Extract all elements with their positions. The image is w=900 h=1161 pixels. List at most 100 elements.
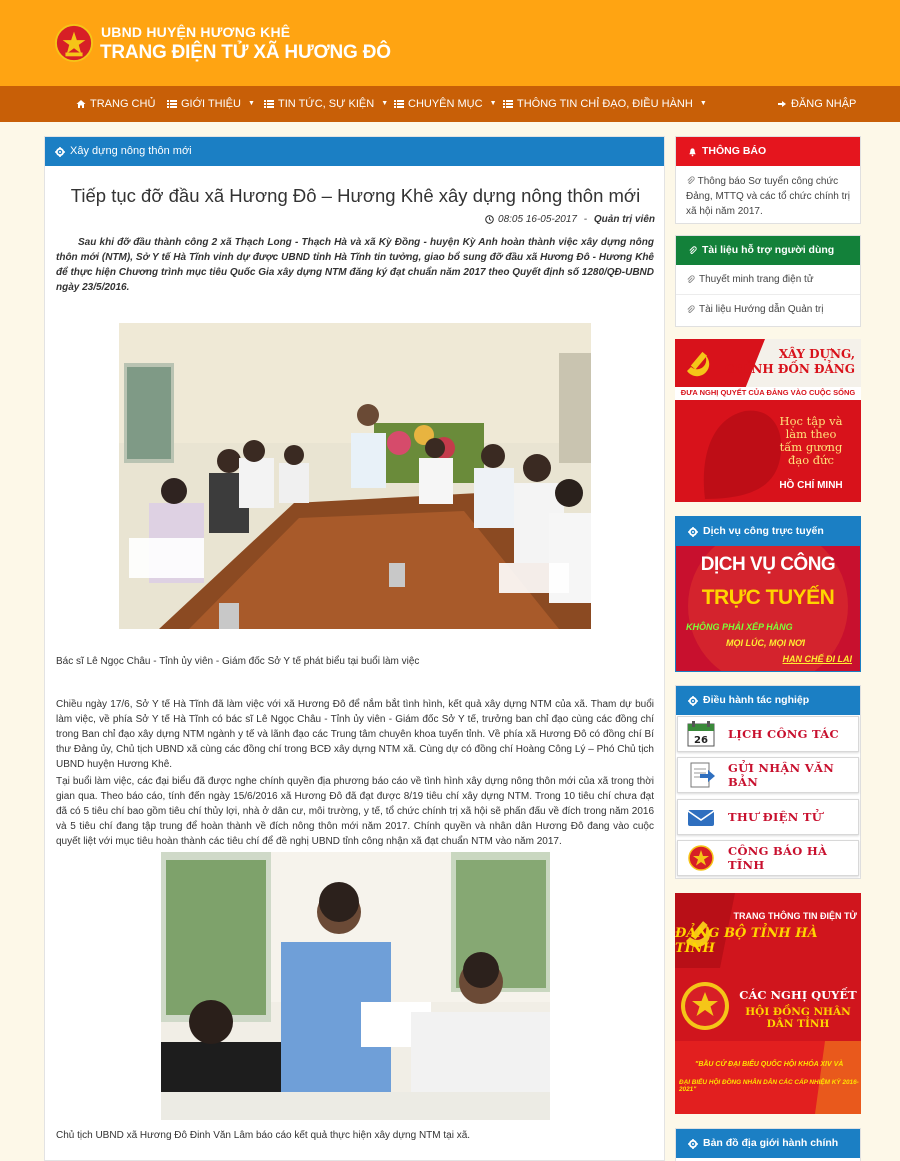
resolutions-banner-line2: HỘI ĐỒNG NHÂN DÂN TỈNH (745, 1006, 851, 1030)
bell-icon (689, 147, 696, 156)
docs-box: Tài liệu hỗ trợ người dùng Thuyết minh t… (675, 235, 861, 327)
site-header: UBND HUYỆN HƯƠNG KHÊ TRANG ĐIỆN TỬ XÃ HƯ… (0, 0, 900, 86)
send-receive-docs-button[interactable]: GỬI NHẬN VĂN BẢN (677, 757, 859, 793)
online-service-title: Dịch vụ công trực tuyến (703, 525, 824, 537)
party-slogan-line: đạo đức (787, 453, 834, 467)
site-title[interactable]: TRANG ĐIỆN TỬ XÃ HƯƠNG ĐÔ (100, 42, 391, 64)
send-receive-docs-label: GỬI NHẬN VĂN BẢN (728, 761, 835, 789)
docs-header: Tài liệu hỗ trợ người dùng (676, 236, 860, 265)
nav-home[interactable]: TRANG CHỦ (76, 86, 155, 122)
online-banner-line2: TRỰC TUYẾN (701, 586, 835, 609)
site-org-name: UBND HUYỆN HƯƠNG KHÊ (101, 24, 291, 40)
election-banner[interactable]: "BẦU CỬ ĐẠI BIỂU QUỐC HỘI KHÓA XIV VÀ ĐẠ… (675, 1041, 861, 1114)
election-banner-line2: ĐẠI BIỂU HỘI ĐỒNG NHÂN DÂN CÁC CẤP NHIỆM… (679, 1079, 859, 1093)
article-section-header[interactable]: Xây dựng nông thôn mới (45, 137, 664, 166)
nav-topics[interactable]: CHUYÊN MỤC ▼ (394, 86, 497, 122)
docs-item-label: Tài liệu Hướng dẫn Quản trị (699, 303, 824, 315)
list-icon (503, 100, 513, 108)
signin-icon (778, 101, 786, 107)
notice-header: THÔNG BÁO (676, 137, 860, 166)
work-schedule-label: LỊCH CÔNG TÁC (728, 727, 839, 741)
article-section-label: Xây dựng nông thôn mới (70, 145, 192, 157)
article-author: Quản trị viên (593, 214, 655, 225)
list-icon (264, 100, 274, 108)
docs-item-label: Thuyết minh trang điện tử (699, 274, 814, 285)
photo-caption-1: Bác sĩ Lê Ngọc Châu - Tỉnh ủy viên - Giá… (56, 656, 420, 667)
calendar-day: 26 (694, 735, 708, 746)
map-header: Bản đồ địa giới hành chính (676, 1129, 860, 1158)
resolutions-banner-line1: CÁC NGHỊ QUYẾT (739, 988, 857, 1002)
chevron-down-icon: ▼ (247, 100, 255, 107)
paperclip-icon (687, 275, 695, 283)
official-gazette-label: CÔNG BÁO HÀ TĨNH (728, 844, 828, 872)
mail-icon (687, 810, 715, 826)
portal-banner-line2: ĐẢNG BỘ TỈNH HÀ TĨNH (675, 926, 818, 956)
chevron-down-icon: ▼ (381, 100, 389, 107)
article-lead: Sau khi đỡ đầu thành công 2 xã Thạch Lon… (56, 237, 654, 293)
article-panel: Xây dựng nông thôn mới Tiếp tục đỡ đầu x… (44, 136, 665, 1161)
docs-item-admin[interactable]: Tài liệu Hướng dẫn Quản trị (676, 294, 860, 323)
online-banner-line4: MỌI LÚC, MỌI NƠI (726, 638, 806, 648)
party-banner-ribbon: ĐƯA NGHỊ QUYẾT CỦA ĐẢNG VÀO CUỘC SỐNG (680, 388, 856, 397)
work-schedule-button[interactable]: 26 LỊCH CÔNG TÁC (677, 716, 859, 752)
nav-topics-label: CHUYÊN MỤC (408, 98, 483, 110)
photo-caption-2: Chủ tịch UBND xã Hương Đô Đinh Văn Lâm b… (56, 1130, 471, 1141)
nav-intro[interactable]: GIỚI THIỆU ▼ (167, 86, 255, 122)
email-label: THƯ ĐIỆN TỬ (728, 810, 823, 824)
online-banner-line5: HẠN CHẾ ĐI LẠI (782, 654, 853, 664)
notice-item-text: Thông báo Sơ tuyển công chức Đảng, MTTQ … (686, 176, 850, 217)
notice-item[interactable]: Thông báo Sơ tuyển công chức Đảng, MTTQ … (676, 166, 860, 219)
online-service-header: Dịch vụ công trực tuyến (676, 517, 860, 546)
cog-icon (688, 1138, 698, 1149)
online-banner-line3: KHÔNG PHẢI XẾP HÀNG (686, 622, 793, 632)
article-photo-meeting (119, 323, 591, 629)
home-icon (76, 100, 86, 108)
article-paragraph-1: Chiều ngày 17/6, Sở Y tế Hà Tĩnh đã làm … (56, 699, 654, 770)
map-title: Bản đồ địa giới hành chính (703, 1137, 839, 1149)
docs-item-guide[interactable]: Thuyết minh trang điện tử (676, 265, 860, 294)
online-service-banner[interactable]: DỊCH VỤ CÔNG TRỰC TUYẾN KHÔNG PHẢI XẾP H… (676, 546, 860, 671)
article-photo-chairman (161, 852, 550, 1120)
provincial-party-portal-banner[interactable]: TRANG THÔNG TIN ĐIỆN TỬ ĐẢNG BỘ TỈNH HÀ … (675, 893, 861, 968)
list-icon (167, 100, 177, 108)
article-meta: 08:05 16-05-2017 - Quản trị viên (485, 214, 655, 225)
online-banner-line1: DỊCH VỤ CÔNG (700, 554, 836, 575)
party-building-banner[interactable]: XÂY DỰNG, CHỈNH ĐỐN ĐẢNG ĐƯA NGHỊ QUYẾT … (675, 339, 861, 502)
calendar-icon: 26 (687, 721, 715, 747)
article-time: 08:05 16-05-2017 (498, 214, 577, 225)
paperclip-icon (689, 246, 697, 254)
docs-title: Tài liệu hỗ trợ người dùng (702, 244, 835, 256)
cog-icon (688, 526, 698, 537)
article-paragraph-2: Tại buổi làm việc, các đại biểu đã được … (56, 776, 654, 847)
document-send-icon (690, 762, 715, 788)
online-service-box: Dịch vụ công trực tuyến DỊCH VỤ CÔNG TRỰ… (675, 516, 861, 672)
cog-icon (55, 146, 65, 157)
main-navbar: TRANG CHỦ GIỚI THIỆU ▼ TIN TỨC, SỰ KIỆN ▼ … (0, 86, 900, 122)
map-box: Bản đồ địa giới hành chính (675, 1128, 861, 1161)
email-button[interactable]: THƯ ĐIỆN TỬ (677, 799, 859, 835)
nav-intro-label: GIỚI THIỆU (181, 98, 241, 110)
paperclip-icon (687, 304, 695, 313)
nav-directives[interactable]: THÔNG TIN CHỈ ĐẠO, ĐIỀU HÀNH ▼ (503, 86, 707, 122)
official-gazette-button[interactable]: CÔNG BÁO HÀ TĨNH (677, 840, 859, 876)
election-banner-line1: "BẦU CỬ ĐẠI BIỂU QUỐC HỘI KHÓA XIV VÀ (695, 1061, 844, 1068)
party-banner-name: HỒ CHÍ MINH (779, 480, 843, 491)
operations-title: Điều hành tác nghiệp (703, 694, 810, 706)
list-icon (394, 100, 404, 108)
nav-home-label: TRANG CHỦ (90, 98, 156, 110)
notice-title: THÔNG BÁO (702, 145, 767, 157)
nav-news[interactable]: TIN TỨC, SỰ KIỆN ▼ (264, 86, 388, 122)
chevron-down-icon: ▼ (699, 100, 707, 107)
portal-banner-line1: TRANG THÔNG TIN ĐIỆN TỬ (733, 911, 857, 921)
party-banner-line2: CHỈNH ĐỐN ĐẢNG (724, 362, 855, 376)
nav-directives-label: THÔNG TIN CHỈ ĐẠO, ĐIỀU HÀNH (517, 98, 693, 110)
chevron-down-icon: ▼ (489, 100, 497, 107)
meta-separator: - (580, 214, 590, 225)
nav-login[interactable]: ĐĂNG NHẬP (777, 86, 856, 122)
paperclip-icon (687, 176, 695, 184)
party-banner-line1: XÂY DỰNG, (778, 347, 855, 361)
party-banner-heading: XÂY DỰNG, CHỈNH ĐỐN ĐẢNG (725, 347, 855, 377)
council-resolutions-banner[interactable]: CÁC NGHỊ QUYẾT HỘI ĐỒNG NHÂN DÂN TỈNH (675, 968, 861, 1041)
national-emblem-logo[interactable] (55, 24, 93, 62)
clock-icon (485, 215, 494, 224)
